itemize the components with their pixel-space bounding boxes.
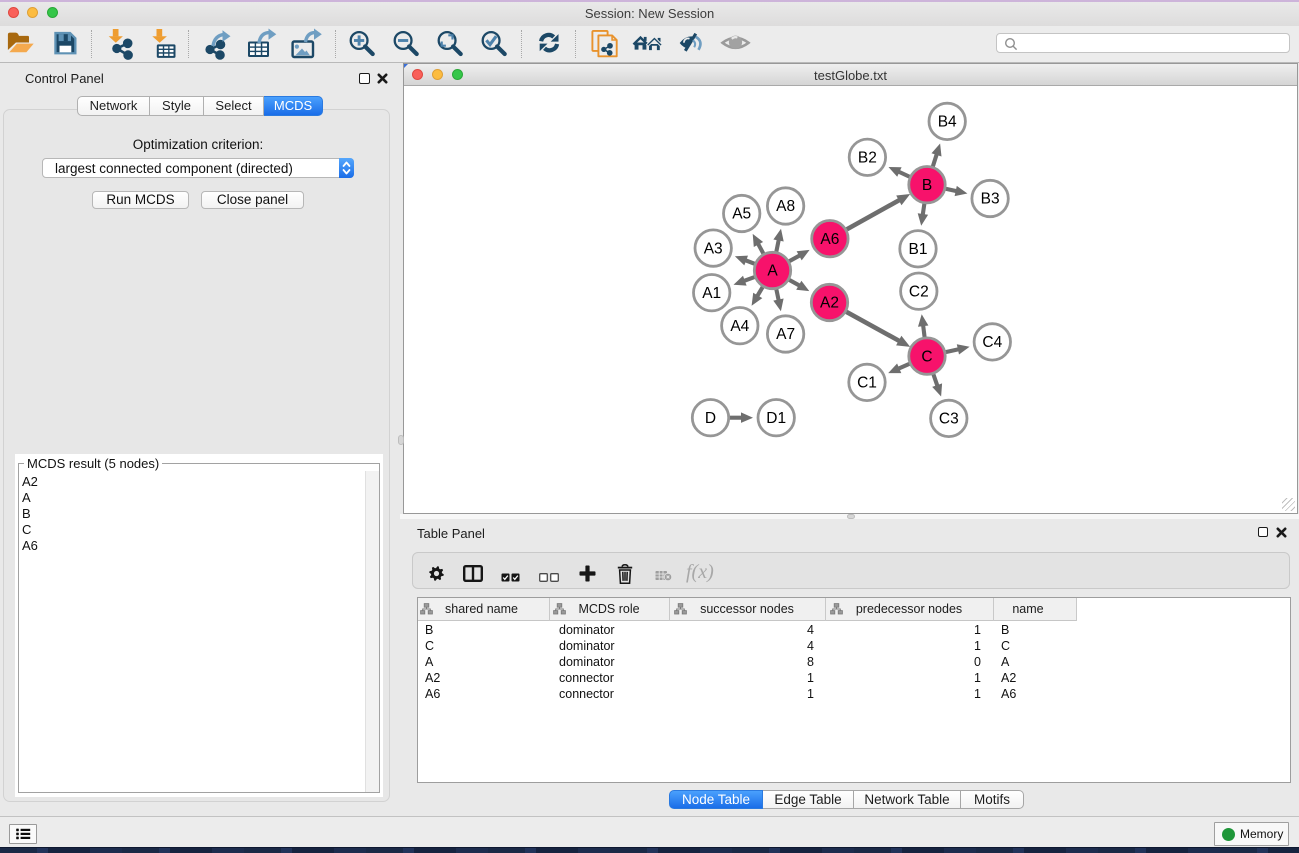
svg-text:A1: A1 (702, 285, 721, 302)
svg-text:A3: A3 (704, 240, 723, 257)
svg-text:C2: C2 (909, 283, 929, 300)
svg-text:B1: B1 (909, 241, 928, 258)
svg-text:B2: B2 (858, 150, 877, 167)
svg-text:A6: A6 (820, 231, 839, 248)
svg-text:D: D (705, 410, 716, 427)
svg-text:A: A (767, 263, 778, 280)
svg-text:A8: A8 (776, 198, 795, 215)
svg-text:C: C (921, 348, 932, 365)
svg-text:B3: B3 (981, 191, 1000, 208)
svg-text:C1: C1 (857, 375, 877, 392)
svg-text:A7: A7 (776, 326, 795, 343)
svg-text:B: B (922, 177, 932, 194)
svg-text:C4: C4 (982, 334, 1002, 351)
svg-text:A5: A5 (732, 206, 751, 223)
svg-text:D1: D1 (766, 410, 786, 427)
svg-text:C3: C3 (939, 411, 959, 428)
svg-text:A2: A2 (820, 295, 839, 312)
svg-text:B4: B4 (938, 114, 957, 131)
svg-text:A4: A4 (730, 318, 749, 335)
